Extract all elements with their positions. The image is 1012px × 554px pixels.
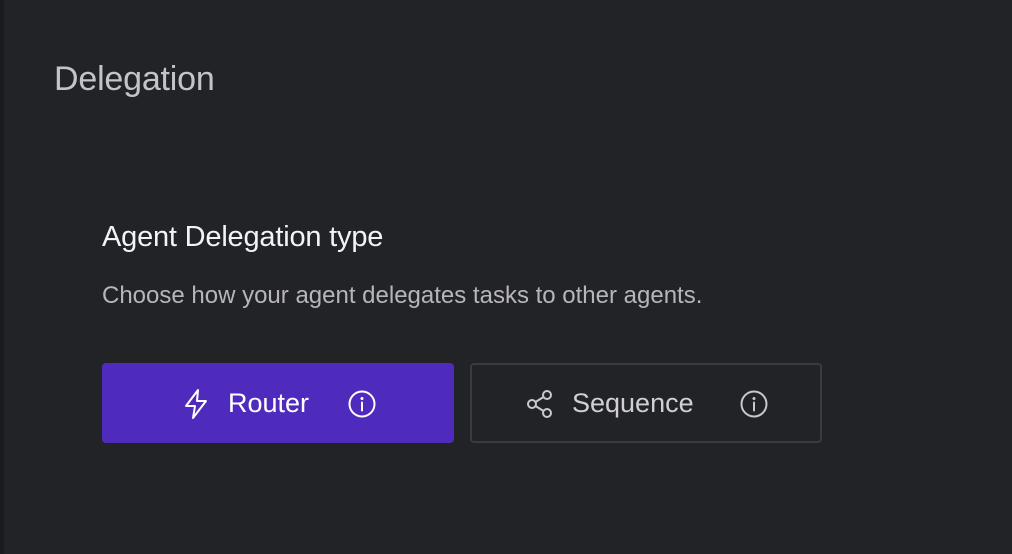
router-option-button[interactable]: Router <box>102 363 454 443</box>
sequence-option-label: Sequence <box>572 388 694 418</box>
section-title: Agent Delegation type <box>102 221 384 253</box>
share-nodes-icon <box>525 389 555 419</box>
left-edge-divider <box>0 0 4 554</box>
section-description: Choose how your agent delegates tasks to… <box>102 282 703 309</box>
page-title: Delegation <box>54 60 215 98</box>
sequence-info-icon[interactable] <box>739 389 769 419</box>
sequence-option-button[interactable]: Sequence <box>470 363 822 443</box>
router-option-label: Router <box>228 388 310 418</box>
lightning-bolt-icon <box>183 388 209 420</box>
router-info-icon[interactable] <box>347 389 377 419</box>
